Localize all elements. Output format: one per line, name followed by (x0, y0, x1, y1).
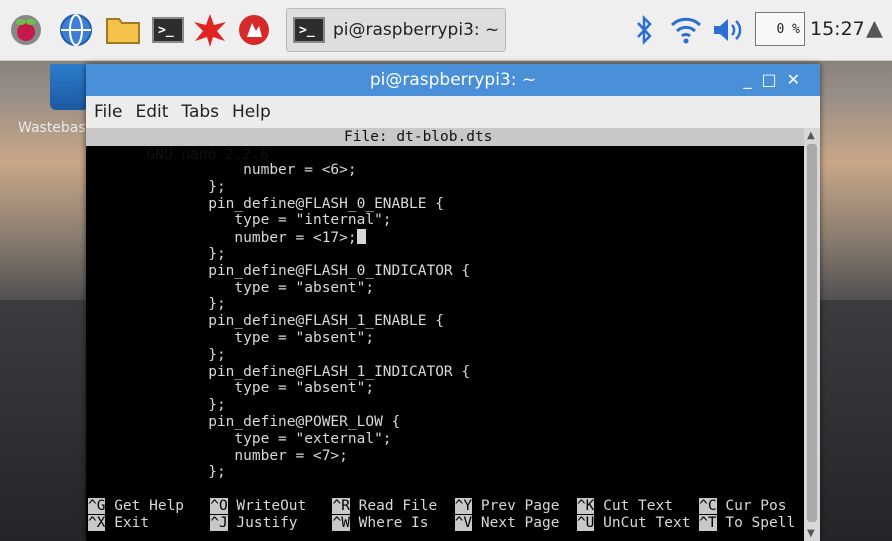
file-manager-folder-icon[interactable] (105, 12, 141, 48)
shortcut-key: ^V (454, 515, 473, 531)
volume-icon[interactable] (710, 12, 746, 48)
code-line: }; (86, 346, 226, 363)
code-line: }; (86, 464, 226, 481)
text-cursor (356, 229, 366, 245)
shortcut-key: ^G (88, 498, 106, 514)
shortcut-key: ^Y (454, 498, 473, 514)
code-line: }; (86, 178, 226, 195)
code-line: pin_define@POWER_LOW { (86, 413, 401, 430)
terminal-icon: >_ (293, 17, 325, 43)
eject-icon[interactable]: ▲ (866, 16, 883, 41)
code-line: type = "absent"; (86, 380, 375, 397)
shortcut-key: ^W (332, 515, 350, 531)
cpu-usage-monitor[interactable]: 0 % (755, 12, 805, 46)
nano-filename: File: dt-blob.dts (344, 129, 493, 145)
shortcut-label: Exit (105, 515, 211, 531)
shortcut-label: Get Help (105, 498, 211, 514)
menu-help[interactable]: Help (232, 102, 271, 122)
code-line: }; (86, 397, 226, 414)
terminal-window: pi@raspberrypi3: ~ _□✕ File Edit Tabs He… (86, 64, 820, 541)
window-controls: _□✕ (743, 70, 810, 89)
shortcut-label: Next Page (472, 515, 577, 531)
shortcut-label: Justify (227, 515, 333, 531)
taskbar-terminal-task-button[interactable]: >_ pi@raspberrypi3: ~ (286, 8, 506, 52)
scroll-down-arrow-icon[interactable]: ▼ (807, 528, 815, 539)
shortcut-key: ^R (332, 498, 350, 514)
scrollbar-thumb[interactable] (807, 144, 817, 522)
shortcut-label: Cut Text (594, 498, 700, 514)
shortcut-label: UnCut Text (594, 515, 700, 531)
wifi-icon[interactable] (668, 12, 704, 48)
code-line: type = "absent"; (86, 329, 375, 346)
menu-file[interactable]: File (94, 102, 122, 122)
code-line: }; (86, 245, 226, 262)
wolfram-icon[interactable] (236, 12, 272, 48)
shortcut-key: ^X (88, 515, 106, 531)
shortcut-key: ^C (699, 498, 717, 514)
terminal-scrollbar[interactable]: ▲ ▼ (804, 128, 820, 541)
code-line: type = "absent"; (86, 279, 375, 296)
shortcut-label: WriteOut (227, 498, 333, 514)
shortcut-label: Read File (349, 498, 455, 514)
bluetooth-icon[interactable] (626, 12, 662, 48)
nano-shortcut-bar: ^G Get Help ^O WriteOut ^R Read File ^Y … (88, 498, 804, 532)
code-line: type = "internal"; (86, 212, 392, 229)
shortcut-key: ^O (210, 498, 228, 514)
menu-edit[interactable]: Edit (135, 102, 168, 122)
code-line: type = "external"; (86, 430, 392, 447)
code-line: pin_define@FLASH_0_ENABLE { (86, 195, 444, 212)
code-line: pin_define@FLASH_1_INDICATOR { (86, 363, 471, 380)
scroll-up-arrow-icon[interactable]: ▲ (807, 130, 815, 141)
shortcut-label: Where Is (349, 515, 455, 531)
code-line: number = <6>; (86, 162, 357, 178)
maximize-icon[interactable]: □ (761, 70, 786, 89)
wastebasket-icon[interactable] (50, 64, 88, 110)
nano-header-bar: GNU nano 2.2.6 File: dt-blob.dts (86, 128, 804, 163)
code-line: pin_define@FLASH_1_ENABLE { (86, 313, 444, 330)
nano-version: GNU nano 2.2.6 (146, 147, 269, 163)
shortcut-key: ^J (210, 515, 228, 531)
close-icon[interactable]: ✕ (787, 70, 810, 89)
menubar: File Edit Tabs Help (86, 96, 820, 128)
menu-tabs[interactable]: Tabs (181, 102, 219, 122)
shortcut-key: ^K (576, 498, 595, 514)
shortcut-row: ^G Get Help ^O WriteOut ^R Read File ^Y … (88, 498, 804, 515)
raspberry-menu-icon[interactable] (8, 12, 44, 48)
nano-editor-buffer[interactable]: number = <6>; }; pin_define@FLASH_0_ENAB… (86, 162, 470, 481)
clock[interactable]: 15:27 (810, 18, 865, 40)
window-title: pi@raspberrypi3: ~ (369, 70, 537, 90)
terminal-content[interactable]: GNU nano 2.2.6 File: dt-blob.dts number … (86, 128, 804, 541)
code-line: pin_define@FLASH_0_INDICATOR { (86, 262, 471, 279)
code-line: }; (86, 296, 226, 313)
shortcut-label: To Spell (716, 515, 804, 531)
shortcut-row: ^X Exit ^J Justify ^W Where Is ^V Next P… (88, 515, 804, 532)
code-line: number = <17>; (86, 229, 470, 246)
minimize-icon[interactable]: _ (743, 70, 761, 89)
terminal-launcher-icon[interactable]: >_ (150, 12, 186, 48)
shortcut-label: Cur Pos (716, 498, 796, 514)
window-titlebar[interactable]: pi@raspberrypi3: ~ _□✕ (86, 64, 820, 96)
taskbar: >_ >_ pi@raspberrypi3: ~ 0 % 15:27 ▲ (0, 0, 892, 61)
code-line: number = <7>; (86, 447, 348, 464)
shortcut-key: ^T (699, 515, 717, 531)
shortcut-key: ^U (576, 515, 595, 531)
mathematica-star-icon[interactable] (192, 12, 228, 48)
web-browser-globe-icon[interactable] (58, 12, 94, 48)
taskbar-task-label: pi@raspberrypi3: ~ (333, 20, 500, 40)
shortcut-label: Prev Page (472, 498, 577, 514)
